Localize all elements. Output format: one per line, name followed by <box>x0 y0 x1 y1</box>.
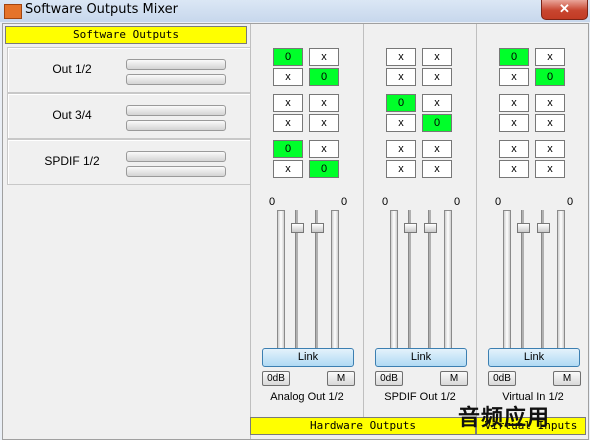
link-button[interactable]: Link <box>375 348 467 367</box>
zero-db-button[interactable]: 0dB <box>488 371 516 386</box>
level-meter-left <box>126 151 226 162</box>
level-meter-left <box>503 210 511 357</box>
software-output-row-spdif-1-2: SPDIF 1/2 <box>7 139 251 185</box>
hardware-output-strip-analog-out-1-2: 0 x x 0 x x x x 0 x x 0 0 0 Link 0dB M Analog Out 1/2 <box>250 24 363 422</box>
routing-cell[interactable]: x <box>422 94 452 112</box>
routing-cell[interactable]: x <box>499 160 529 178</box>
mute-button[interactable]: M <box>553 371 581 386</box>
software-output-row-out-3-4: Out 3/4 <box>7 93 251 139</box>
routing-cell[interactable]: x <box>422 68 452 86</box>
software-outputs-header: Software Outputs <box>5 26 247 44</box>
link-button[interactable]: Link <box>262 348 354 367</box>
app-icon <box>4 4 22 19</box>
routing-cell[interactable]: 0 <box>535 68 565 86</box>
routing-cell[interactable]: x <box>273 94 303 112</box>
fader-knob-right[interactable] <box>424 223 437 233</box>
fader-scale-label-left: 0 <box>495 196 502 208</box>
mixer-client-area: Software Outputs Out 1/2 Out 3/4 SPDIF 1… <box>2 23 589 440</box>
fader-knob-left[interactable] <box>404 223 417 233</box>
routing-cell[interactable]: x <box>499 94 529 112</box>
zero-db-button[interactable]: 0dB <box>262 371 290 386</box>
virtual-input-strip-virtual-in-1-2: 0 x x 0 x x x x x x x x 0 0 Link 0dB M Virtual In 1/2 <box>476 24 589 422</box>
fader-knob-left[interactable] <box>517 223 530 233</box>
fader-scale-label-right: 0 <box>454 196 461 208</box>
strip-name-label: Analog Out 1/2 <box>270 391 344 403</box>
software-output-label: SPDIF 1/2 <box>44 154 100 168</box>
routing-cell[interactable]: x <box>386 68 416 86</box>
fader-knob-right[interactable] <box>311 223 324 233</box>
window-title: Software Outputs Mixer <box>25 2 178 17</box>
hardware-outputs-header: Hardware Outputs <box>250 417 476 435</box>
link-button[interactable]: Link <box>488 348 580 367</box>
level-meter-right <box>126 120 226 131</box>
routing-cell[interactable]: x <box>309 94 339 112</box>
fader-knob-left[interactable] <box>291 223 304 233</box>
routing-cell[interactable]: x <box>386 160 416 178</box>
software-output-label: Out 1/2 <box>52 62 92 76</box>
software-output-label: Out 3/4 <box>52 108 92 122</box>
fader-knob-right[interactable] <box>537 223 550 233</box>
routing-cell[interactable]: x <box>535 160 565 178</box>
routing-cell[interactable]: 0 <box>422 114 452 132</box>
routing-cell[interactable]: 0 <box>386 94 416 112</box>
zero-db-button[interactable]: 0dB <box>375 371 403 386</box>
fader-scale-label-right: 0 <box>567 196 574 208</box>
level-meter-left <box>277 210 285 357</box>
level-meter-left <box>126 105 226 116</box>
level-meter-right <box>331 210 339 357</box>
routing-cell[interactable]: 0 <box>309 160 339 178</box>
software-output-row-out-1-2: Out 1/2 <box>7 47 251 93</box>
routing-cell[interactable]: x <box>499 68 529 86</box>
routing-cell[interactable]: x <box>309 140 339 158</box>
routing-cell[interactable]: x <box>535 114 565 132</box>
routing-cell[interactable]: x <box>386 140 416 158</box>
software-outputs-panel: Out 1/2 Out 3/4 SPDIF 1/2 <box>5 46 251 439</box>
fader-scale-label-right: 0 <box>341 196 348 208</box>
routing-cell[interactable]: x <box>309 114 339 132</box>
fader-scale-label-left: 0 <box>269 196 276 208</box>
routing-cell[interactable]: 0 <box>273 48 303 66</box>
mute-button[interactable]: M <box>440 371 468 386</box>
level-meter-right <box>444 210 452 357</box>
routing-cell[interactable]: x <box>535 48 565 66</box>
routing-cell[interactable]: x <box>499 114 529 132</box>
routing-cell[interactable]: x <box>273 160 303 178</box>
close-button[interactable]: ✕ <box>541 0 588 20</box>
routing-cell[interactable]: x <box>309 48 339 66</box>
routing-cell[interactable]: x <box>422 48 452 66</box>
title-bar[interactable]: Software Outputs Mixer ✕ <box>0 0 590 22</box>
level-meter-right <box>126 166 226 177</box>
routing-cell[interactable]: x <box>422 160 452 178</box>
routing-cell[interactable]: 0 <box>309 68 339 86</box>
fader-scale-label-left: 0 <box>382 196 389 208</box>
routing-cell[interactable]: 0 <box>273 140 303 158</box>
routing-cell[interactable]: x <box>273 114 303 132</box>
routing-cell[interactable]: x <box>386 114 416 132</box>
routing-cell[interactable]: x <box>422 140 452 158</box>
watermark-text: 音频应用 <box>458 406 551 431</box>
level-meter-left <box>390 210 398 357</box>
routing-cell[interactable]: x <box>535 94 565 112</box>
hardware-output-strip-spdif-out-1-2: x x x x 0 x x 0 x x x x 0 0 Link 0dB M SPDIF Out 1/2 <box>363 24 476 422</box>
routing-cell[interactable]: x <box>535 140 565 158</box>
mute-button[interactable]: M <box>327 371 355 386</box>
routing-cell[interactable]: 0 <box>499 48 529 66</box>
level-meter-left <box>126 59 226 70</box>
routing-cell[interactable]: x <box>273 68 303 86</box>
routing-cell[interactable]: x <box>499 140 529 158</box>
level-meter-right <box>557 210 565 357</box>
level-meter-right <box>126 74 226 85</box>
routing-cell[interactable]: x <box>386 48 416 66</box>
